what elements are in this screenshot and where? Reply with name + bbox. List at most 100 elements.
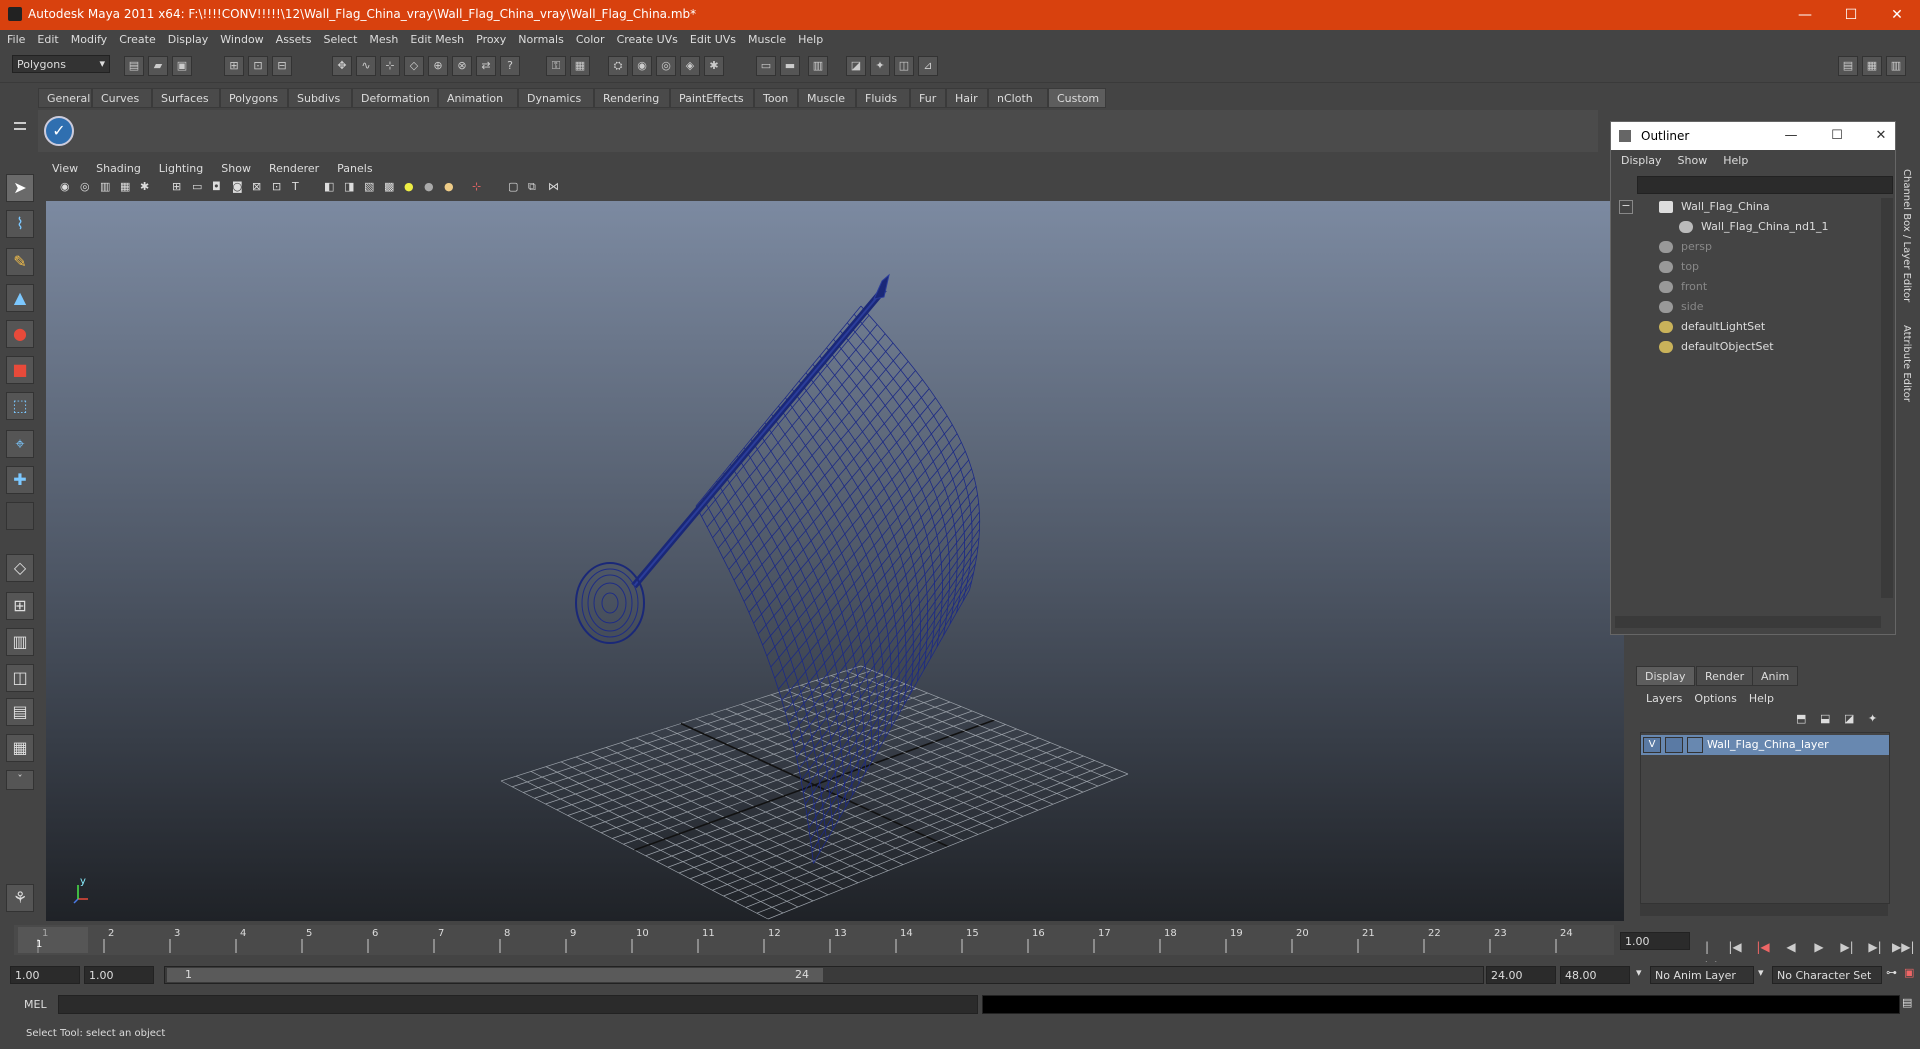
shelf-tab-polygons[interactable]: Polygons bbox=[220, 88, 288, 108]
outliner-menu-display[interactable]: Display bbox=[1611, 152, 1668, 167]
construction-history-icon[interactable]: ⛭ bbox=[608, 56, 628, 76]
outliner-vertical-scrollbar[interactable] bbox=[1881, 198, 1893, 598]
move-tool-icon[interactable]: ▲ bbox=[6, 284, 34, 312]
film-gate-icon[interactable]: ✱ bbox=[140, 180, 149, 193]
layout-more-chevron-icon[interactable]: ˇ bbox=[6, 770, 34, 790]
menu-assets[interactable]: Assets bbox=[269, 30, 317, 46]
chevron-down-icon[interactable]: ▾ bbox=[1636, 966, 1642, 979]
select-by-component-icon[interactable]: ⊟ bbox=[272, 56, 292, 76]
manipulator-tool-icon[interactable]: ⬚ bbox=[6, 392, 34, 420]
shelf-tab-fluids[interactable]: Fluids bbox=[856, 88, 910, 108]
new-scene-icon[interactable]: ▤ bbox=[124, 56, 144, 76]
camera-icon[interactable]: ◪ bbox=[846, 56, 866, 76]
gate-mask-icon[interactable]: ◘ bbox=[212, 180, 221, 193]
playback-end-field[interactable]: 24.00 bbox=[1486, 966, 1556, 984]
all-lights-icon[interactable]: ● bbox=[424, 180, 434, 193]
last-tool-icon[interactable] bbox=[6, 502, 34, 530]
play-forwards-icon[interactable]: ▶ bbox=[1808, 938, 1830, 956]
sidebar-toggle-icon[interactable]: ⊿ bbox=[918, 56, 938, 76]
menu-create[interactable]: Create bbox=[112, 30, 161, 46]
step-back-frame-icon[interactable]: |◀ bbox=[1752, 938, 1774, 956]
anim-layer-dropdown[interactable]: No Anim Layer bbox=[1650, 966, 1754, 984]
step-forward-key-icon[interactable]: ▶| bbox=[1864, 938, 1886, 956]
render-settings-icon[interactable]: ◈ bbox=[680, 56, 700, 76]
input-output-icon[interactable]: ⇄ bbox=[476, 56, 496, 76]
shelf-tab-surfaces[interactable]: Surfaces bbox=[152, 88, 220, 108]
menu-muscle[interactable]: Muscle bbox=[741, 30, 791, 46]
menu-normals[interactable]: Normals bbox=[511, 30, 569, 46]
image-plane-icon[interactable]: ▦ bbox=[120, 180, 130, 193]
menu-file[interactable]: File bbox=[0, 30, 30, 46]
menu-edit-mesh[interactable]: Edit Mesh bbox=[403, 30, 469, 46]
chevron-down-icon[interactable]: ▾ bbox=[1758, 966, 1764, 979]
menu-edit-uvs[interactable]: Edit UVs bbox=[683, 30, 741, 46]
attribute-icon[interactable]: ▬ bbox=[780, 56, 800, 76]
minimize-button[interactable]: — bbox=[1782, 0, 1828, 30]
layer-row[interactable]: V Wall_Flag_China_layer bbox=[1641, 735, 1889, 755]
texture-icon[interactable]: ◫ bbox=[894, 56, 914, 76]
layer-horizontal-scrollbar[interactable] bbox=[1640, 904, 1888, 916]
shelf-tab-painteffects[interactable]: PaintEffects bbox=[670, 88, 754, 108]
shadows-icon[interactable]: ● bbox=[444, 180, 454, 193]
safe-title-icon[interactable]: ⊠ bbox=[252, 180, 261, 193]
layer-menu-layers[interactable]: Layers bbox=[1640, 690, 1688, 705]
outliner-minimize-button[interactable]: — bbox=[1781, 126, 1801, 146]
perspective-viewport[interactable]: y bbox=[46, 201, 1624, 921]
outliner-maximize-button[interactable]: ☐ bbox=[1827, 126, 1847, 146]
close-button[interactable]: ✕ bbox=[1874, 0, 1920, 30]
shelf-tab-custom[interactable]: Custom bbox=[1048, 88, 1106, 108]
menu-display[interactable]: Display bbox=[161, 30, 214, 46]
outliner-close-button[interactable]: ✕ bbox=[1871, 126, 1891, 146]
outliner-item[interactable]: front bbox=[1659, 278, 1707, 296]
shaded-icon[interactable]: ◧ bbox=[324, 180, 334, 193]
layer-menu-help[interactable]: Help bbox=[1743, 690, 1780, 705]
four-pane-layout-icon[interactable]: ⊞ bbox=[6, 592, 34, 620]
auto-key-icon[interactable]: ⊶ bbox=[1886, 966, 1897, 979]
go-to-start-icon[interactable]: |◀◀ bbox=[1696, 938, 1718, 972]
shelf-tab-muscle[interactable]: Muscle bbox=[798, 88, 856, 108]
new-layer-from-selection-icon[interactable]: ✦ bbox=[1868, 712, 1877, 725]
show-attribute-editor-icon[interactable]: ▤ bbox=[1838, 56, 1858, 76]
shelf-options-icon[interactable] bbox=[10, 90, 26, 150]
play-backwards-icon[interactable]: ◀ bbox=[1780, 938, 1802, 956]
select-by-hierarchy-icon[interactable]: ⊞ bbox=[224, 56, 244, 76]
history-icon[interactable]: ⊗ bbox=[452, 56, 472, 76]
shelf-tab-curves[interactable]: Curves bbox=[92, 88, 152, 108]
attribute-editor-tab[interactable]: Attribute Editor bbox=[1901, 325, 1912, 402]
menu-edit[interactable]: Edit bbox=[30, 30, 63, 46]
input-line-icon[interactable]: ▭ bbox=[756, 56, 776, 76]
light-icon[interactable]: ✦ bbox=[870, 56, 890, 76]
go-to-end-icon[interactable]: ▶▶| bbox=[1892, 938, 1915, 956]
script-editor-icon[interactable]: ▤ bbox=[1902, 996, 1912, 1009]
panel-menu-lighting[interactable]: Lighting bbox=[149, 160, 211, 175]
side-by-side-layout-icon[interactable]: ▥ bbox=[6, 628, 34, 656]
render-frame-icon[interactable]: ◉ bbox=[632, 56, 652, 76]
wireframe-on-shaded-icon[interactable]: ◨ bbox=[344, 180, 354, 193]
paint-select-icon[interactable]: ✎ bbox=[6, 248, 34, 276]
outliner-filter-input[interactable] bbox=[1637, 176, 1893, 194]
help-question-icon[interactable]: ? bbox=[500, 56, 520, 76]
character-set-dropdown[interactable]: No Character Set bbox=[1772, 966, 1882, 984]
safe-action-icon[interactable]: ◙ bbox=[232, 180, 243, 193]
wireframe-icon[interactable]: ⊡ bbox=[272, 180, 281, 193]
shelf-tab-rendering[interactable]: Rendering bbox=[594, 88, 670, 108]
smooth-shade-icon[interactable]: T bbox=[292, 180, 299, 193]
menu-create-uvs[interactable]: Create UVs bbox=[610, 30, 683, 46]
outliner-horizontal-scrollbar[interactable] bbox=[1615, 616, 1881, 628]
single-pane-layout-icon[interactable]: ◇ bbox=[6, 554, 34, 582]
outliner-item[interactable]: Wall_Flag_China bbox=[1659, 198, 1770, 216]
snap-live-icon[interactable]: ⊕ bbox=[428, 56, 448, 76]
menu-modify[interactable]: Modify bbox=[64, 30, 112, 46]
resolution-gate-icon[interactable]: ▭ bbox=[192, 180, 202, 193]
show-manipulator-icon[interactable]: ✚ bbox=[6, 466, 34, 494]
shelf-tab-general[interactable]: General bbox=[38, 88, 92, 108]
hud-icon[interactable]: ⋈ bbox=[548, 180, 559, 193]
outliner-menu-show[interactable]: Show bbox=[1668, 152, 1714, 167]
selection-highlight-icon[interactable]: ▦ bbox=[570, 56, 590, 76]
shelf-tab-animation[interactable]: Animation bbox=[438, 88, 518, 108]
panel-menu-shading[interactable]: Shading bbox=[86, 160, 149, 175]
layer-visibility-toggle[interactable]: V bbox=[1643, 737, 1661, 753]
channel-box-tab[interactable]: Channel Box / Layer Editor bbox=[1901, 169, 1912, 302]
move-layer-down-icon[interactable]: ⬓ bbox=[1820, 712, 1830, 725]
maya-logo-icon[interactable]: ⚘ bbox=[6, 884, 34, 912]
